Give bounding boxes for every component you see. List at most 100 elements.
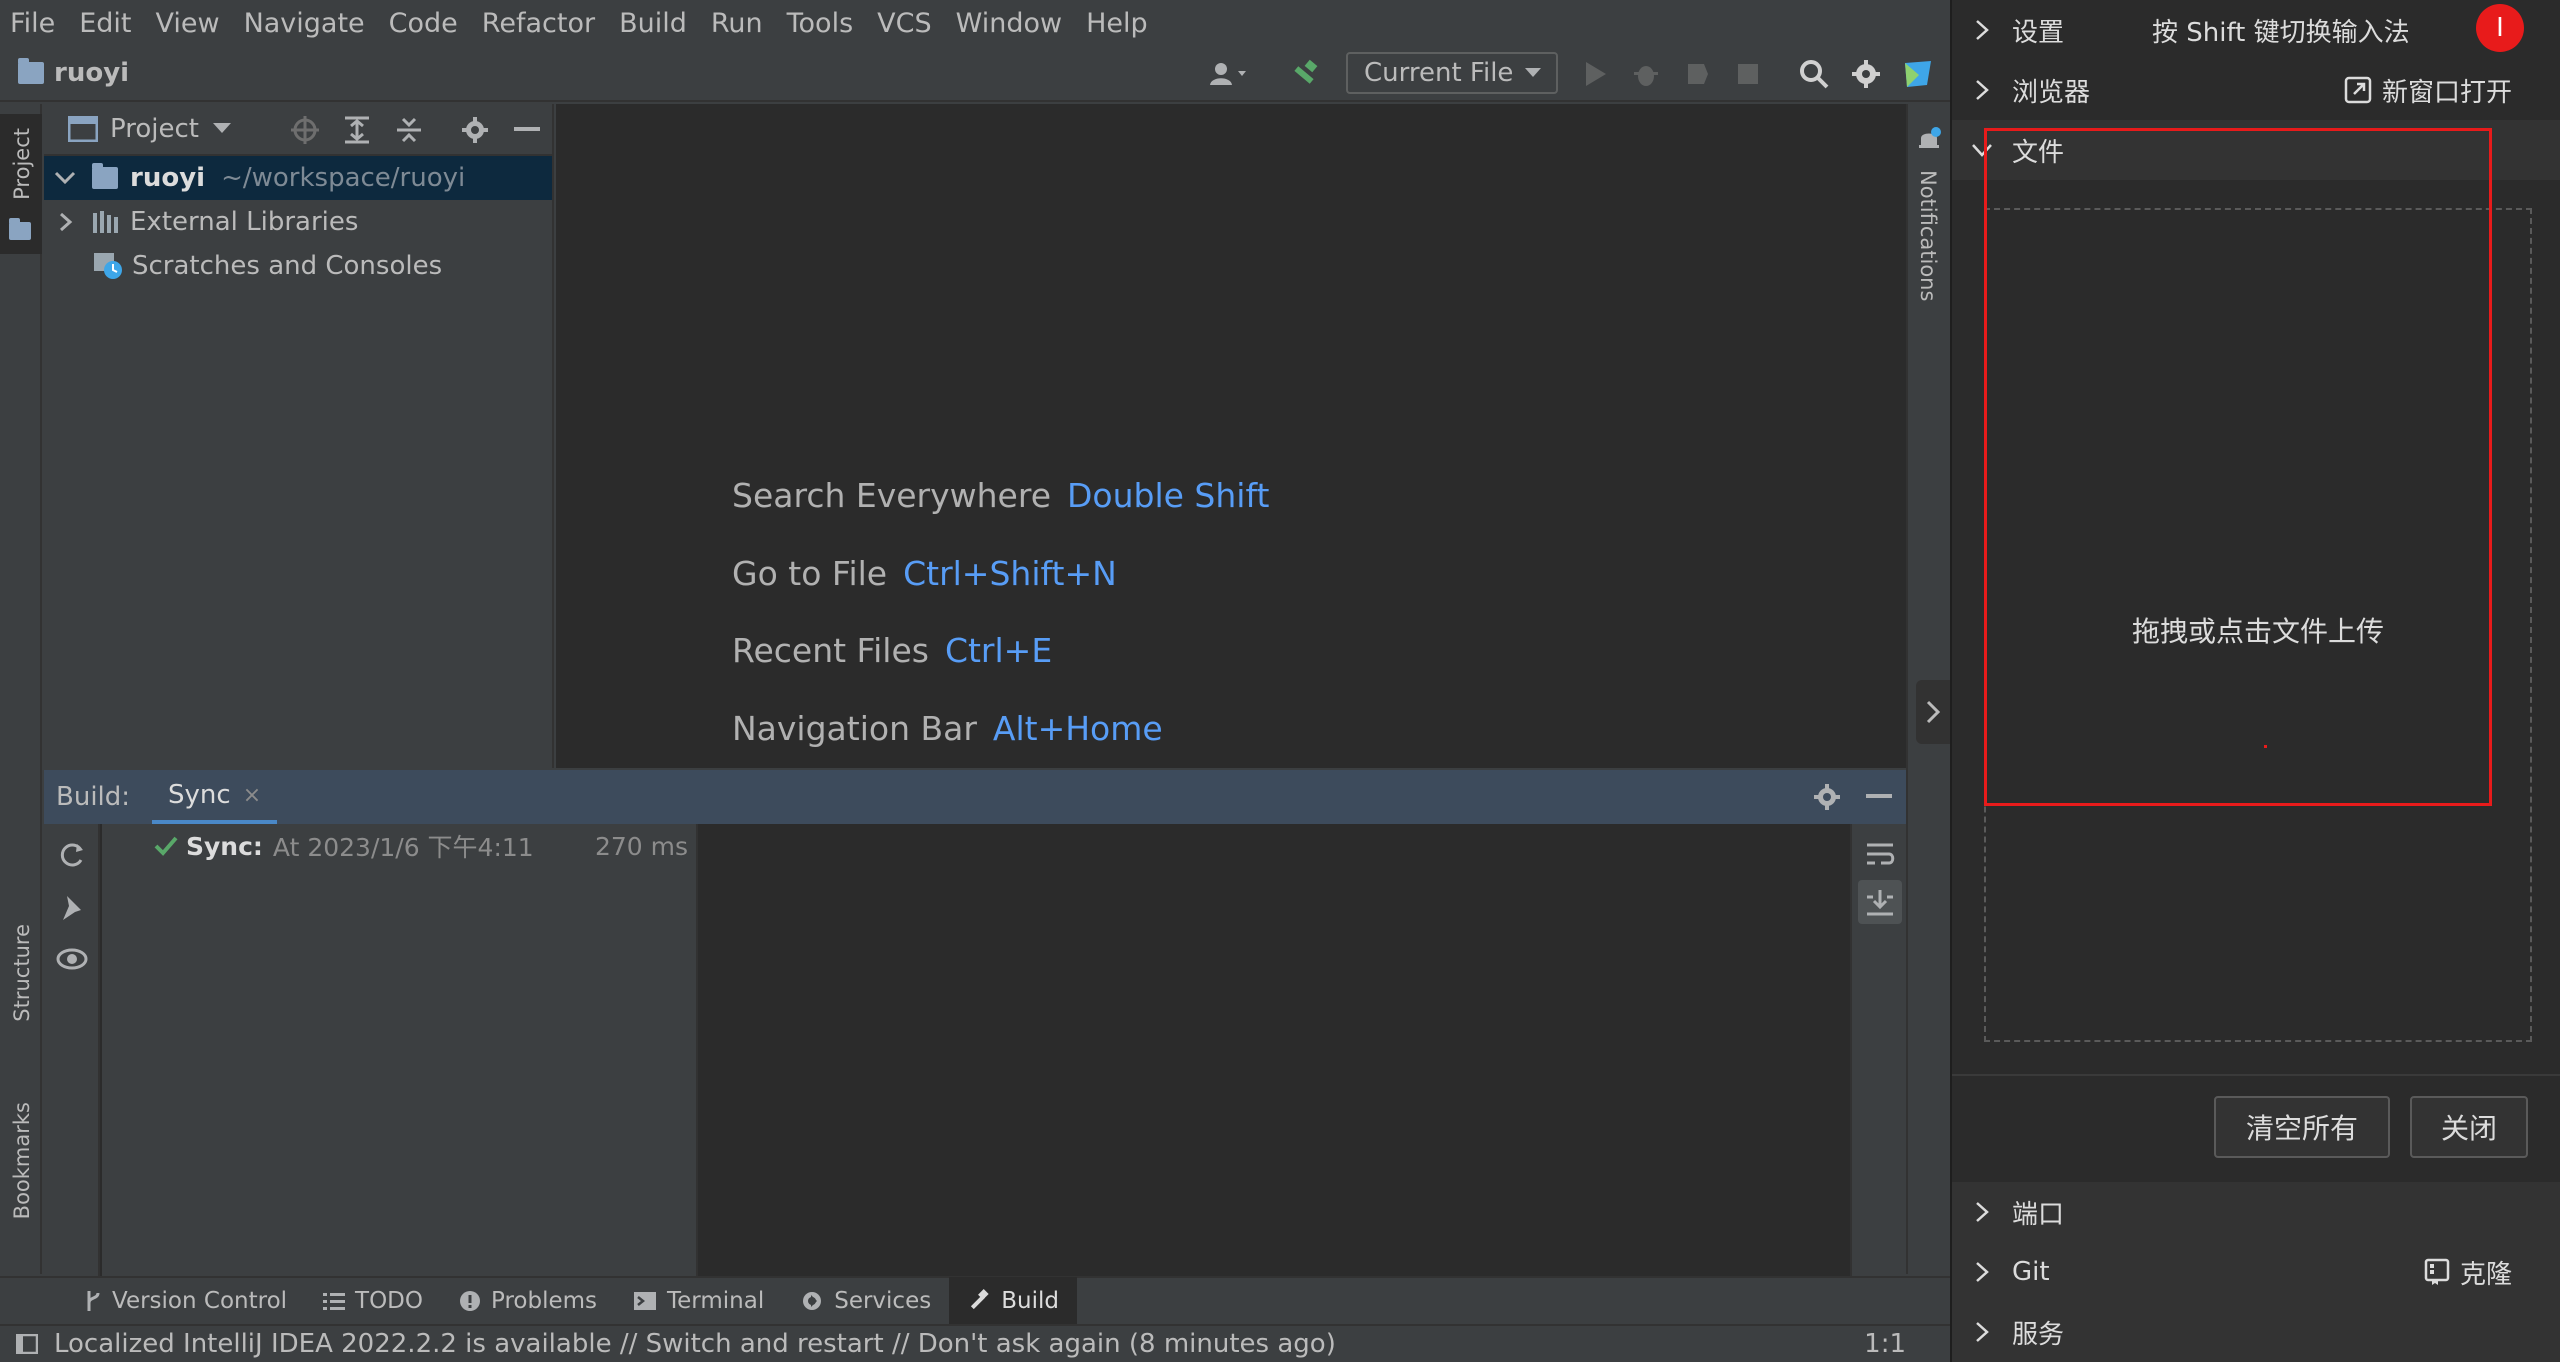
menu-window[interactable]: Window (956, 8, 1062, 39)
expand-all-icon[interactable] (342, 115, 372, 145)
open-new-window-button[interactable]: 新窗口打开 (2344, 72, 2512, 109)
clear-all-label: 清空所有 (2245, 1112, 2358, 1145)
minimize-icon[interactable] (1866, 794, 1892, 800)
hint-text: Recent Files (732, 631, 929, 670)
stop-icon[interactable] (1730, 56, 1766, 92)
status-bar: Localized IntelliJ IDEA 2022.2.2 is avai… (0, 1324, 1950, 1362)
stripe-structure-tab[interactable]: Structure (0, 916, 42, 1066)
run-configuration-label: Current File (1364, 58, 1514, 88)
project-panel-header: Project (44, 104, 552, 156)
tree-item-external-libraries[interactable]: External Libraries (44, 200, 552, 244)
collapse-all-icon[interactable] (394, 115, 424, 145)
input-method-badge[interactable]: I (2476, 4, 2524, 52)
tab-sync[interactable]: Sync × (152, 770, 278, 824)
breadcrumb-project[interactable]: ruoyi (18, 58, 129, 88)
close-label: 关闭 (2440, 1112, 2497, 1145)
menu-help[interactable]: Help (1086, 8, 1148, 39)
menu-file[interactable]: File (10, 8, 55, 39)
clear-all-button[interactable]: 清空所有 (2214, 1096, 2390, 1158)
section-browser-label: 浏览器 (2012, 77, 2091, 108)
caret-position[interactable]: 1:1 (1864, 1329, 1906, 1359)
clone-button[interactable]: 克隆 (2424, 1254, 2512, 1291)
expand-side-panel-button[interactable] (1916, 680, 1950, 744)
tab-version-control[interactable]: Version Control (66, 1277, 305, 1325)
tree-item-path: ~/workspace/ruoyi (221, 163, 466, 193)
layout-icon[interactable] (16, 1334, 38, 1354)
menu-run[interactable]: Run (711, 8, 763, 39)
debug-icon[interactable] (1628, 56, 1664, 92)
tab-services[interactable]: Services (782, 1277, 949, 1325)
refresh-icon[interactable] (57, 840, 87, 870)
pin-icon[interactable] (57, 892, 87, 922)
tab-terminal[interactable]: Terminal (615, 1277, 782, 1325)
eye-icon[interactable] (56, 946, 88, 972)
build-tool-window: Sync: At 2023/1/6 下午4:11 270 ms (44, 824, 1906, 1276)
check-icon (154, 836, 178, 856)
section-browser[interactable]: 浏览器 新窗口打开 (1952, 60, 2560, 120)
stripe-bookmarks-tab[interactable]: Bookmarks (0, 1094, 42, 1270)
user-icon[interactable] (1204, 56, 1254, 92)
status-message[interactable]: Localized IntelliJ IDEA 2022.2.2 is avai… (54, 1329, 1336, 1359)
gear-icon[interactable] (1812, 782, 1842, 812)
section-port-label: 端口 (2012, 1199, 2065, 1230)
close-tab-icon[interactable]: × (243, 783, 261, 808)
tree-item-label: External Libraries (130, 207, 359, 237)
menu-tools[interactable]: Tools (787, 8, 854, 39)
tab-label: Terminal (667, 1288, 765, 1314)
chevron-down-icon[interactable] (54, 170, 76, 186)
section-services-label: 服务 (2012, 1319, 2065, 1350)
section-settings-label: 设置 (2012, 17, 2065, 48)
external-link-icon (2344, 76, 2372, 104)
menu-vcs[interactable]: VCS (877, 8, 931, 39)
chevron-right-icon[interactable] (54, 211, 76, 233)
tab-problems[interactable]: Problems (441, 1277, 615, 1325)
list-icon (323, 1293, 346, 1310)
tree-item-project-root[interactable]: ruoyi ~/workspace/ruoyi (44, 156, 552, 200)
hint-shortcut: Double Shift (1067, 476, 1270, 515)
scroll-to-end-button[interactable] (1858, 880, 1902, 924)
tab-label: Build (1001, 1288, 1059, 1314)
editor-area[interactable]: Search Everywhere Double Shift Go to File… (556, 104, 1906, 768)
run-configuration-select[interactable]: Current File (1346, 52, 1558, 94)
tab-build[interactable]: Build (949, 1277, 1077, 1325)
project-view-title[interactable]: Project (110, 114, 199, 144)
stripe-structure-label: Structure (10, 924, 34, 1022)
tab-todo[interactable]: TODO (305, 1277, 441, 1325)
close-button[interactable]: 关闭 (2410, 1096, 2528, 1158)
section-services[interactable]: 服务 (1952, 1302, 2560, 1362)
terminal-icon (634, 1292, 657, 1310)
menu-refactor[interactable]: Refactor (482, 8, 595, 39)
section-port[interactable]: 端口 (1952, 1182, 2560, 1242)
locate-icon[interactable] (290, 115, 320, 145)
minimize-icon[interactable] (514, 127, 540, 133)
menu-navigate[interactable]: Navigate (244, 8, 365, 39)
stripe-notifications-tab[interactable]: Notifications (1908, 118, 1950, 308)
tree-item-scratches[interactable]: Scratches and Consoles (44, 244, 552, 288)
hint-recent-files: Recent Files Ctrl+E (732, 631, 1052, 670)
menu-build[interactable]: Build (619, 8, 687, 39)
run-icon[interactable] (1578, 56, 1614, 92)
stripe-project-tab[interactable]: Project (0, 114, 42, 254)
build-sync-entry[interactable]: Sync: At 2023/1/6 下午4:11 270 ms (102, 824, 698, 868)
settings-gear-icon[interactable] (1848, 56, 1884, 92)
menu-view[interactable]: View (155, 8, 219, 39)
chevron-right-icon (1952, 1260, 2012, 1284)
vcs-branch-icon (87, 1291, 100, 1311)
tab-label: Services (834, 1288, 932, 1314)
coverage-icon[interactable] (1680, 56, 1716, 92)
section-settings[interactable]: 设置 按 Shift 键切换输入法 I (1952, 0, 2560, 60)
search-icon[interactable] (1796, 56, 1832, 92)
section-git[interactable]: Git 克隆 (1952, 1242, 2560, 1302)
hint-text: Go to File (732, 554, 888, 593)
soft-wrap-icon[interactable] (1865, 840, 1895, 870)
menu-edit[interactable]: Edit (79, 8, 131, 39)
build-title: Build: (56, 782, 131, 812)
menu-code[interactable]: Code (389, 8, 458, 39)
hint-shortcut: Alt+Home (992, 709, 1163, 748)
gear-icon[interactable] (460, 115, 490, 145)
build-hammer-icon[interactable] (1288, 56, 1324, 92)
jetbrains-toolbox-icon[interactable] (1900, 56, 1936, 92)
build-console[interactable] (700, 824, 1848, 1276)
hammer-icon (971, 1289, 989, 1310)
chevron-down-icon[interactable] (212, 123, 231, 135)
